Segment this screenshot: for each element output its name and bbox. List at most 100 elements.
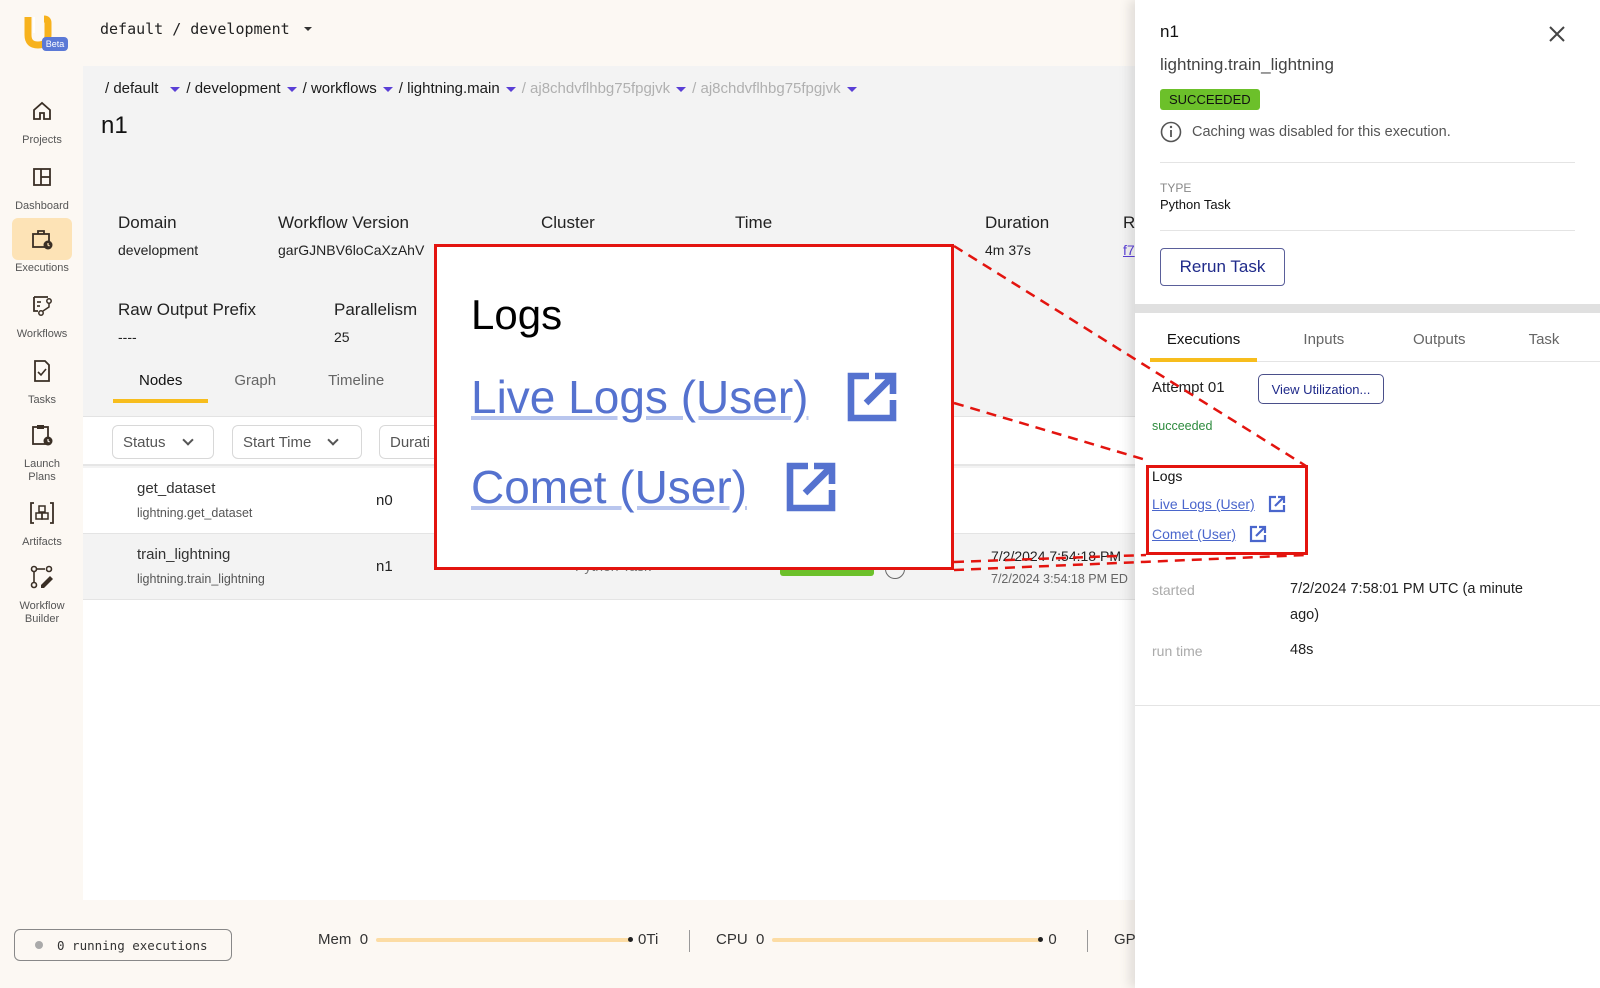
gpu-meter: GP: [1114, 931, 1136, 948]
breadcrumb-node-execution[interactable]: / aj8chdvflhbg75fpgjvk: [692, 80, 862, 97]
dashboard-icon: [33, 168, 51, 186]
sidebar-item-projects[interactable]: Projects: [10, 90, 74, 147]
running-executions-button[interactable]: 0 running executions: [14, 929, 232, 961]
domain-label: Domain: [118, 213, 177, 232]
caret-down-icon: [676, 87, 687, 92]
org-project-selector[interactable]: default / development: [100, 20, 312, 38]
sidebar-item-dashboard[interactable]: Dashboard: [10, 156, 74, 213]
parallelism-label: Parallelism: [334, 300, 418, 319]
raw-output-label: Raw Output Prefix: [118, 300, 256, 319]
page-title: n1: [101, 112, 128, 139]
footer-divider: [1087, 930, 1088, 952]
rerun-task-button[interactable]: Rerun Task: [1160, 248, 1285, 286]
divider: [1160, 230, 1575, 231]
runtime-value: 48s: [1290, 642, 1314, 658]
sidebar-item-artifacts[interactable]: Artifacts: [10, 492, 74, 549]
domain-value: development: [118, 242, 199, 258]
divider: [1135, 705, 1600, 706]
caret-down-icon: [505, 87, 516, 92]
caching-note: Caching was disabled for this execution.: [1160, 121, 1451, 143]
panel-title: n1: [1160, 22, 1179, 41]
view-utilization-button[interactable]: View Utilization...: [1258, 374, 1384, 404]
cluster-label: Cluster: [541, 213, 595, 232]
time-label: Time: [735, 213, 773, 232]
workflow-version-value: garGJNBV6loCaXzAhV: [278, 242, 425, 258]
divider: [1160, 162, 1575, 163]
started-value: 7/2/2024 7:58:01 PM UTC (a minute ago): [1290, 581, 1523, 623]
status-filter[interactable]: Status: [112, 425, 214, 459]
sidebar-item-workflows[interactable]: Workflows: [10, 284, 74, 341]
raw-output-value: ----: [118, 329, 137, 345]
tab-task[interactable]: Task: [1488, 323, 1600, 361]
external-link-icon: [848, 372, 897, 422]
tab-executions[interactable]: Executions: [1150, 323, 1258, 362]
table-empty-area: [83, 600, 1135, 900]
status-badge: SUCCEEDED: [1160, 89, 1260, 110]
info-icon: [1160, 121, 1182, 143]
sidebar: Projects Dashboard Executions Workflows …: [0, 66, 83, 906]
chevron-down-icon: [327, 434, 340, 446]
caret-down-icon: [846, 87, 857, 92]
breadcrumb-workflow-name[interactable]: / lightning.main: [399, 80, 522, 97]
callout-comet-link[interactable]: Comet (User): [471, 457, 841, 517]
started-label: started: [1152, 582, 1195, 598]
app-logo[interactable]: Beta: [22, 13, 70, 53]
external-link-icon: [786, 462, 836, 512]
tab-outputs[interactable]: Outputs: [1391, 323, 1488, 361]
type-value: Python Task: [1160, 197, 1231, 212]
execution-tabs: Nodes Graph Timeline: [113, 364, 410, 403]
breadcrumb-domain[interactable]: / development: [186, 80, 302, 97]
duration-label: Duration: [985, 213, 1050, 232]
logo-icon: Beta: [24, 15, 68, 51]
parallelism-value: 25: [334, 329, 350, 345]
status-dot-icon: [35, 941, 43, 949]
workflow-version-label: Workflow Version: [278, 213, 410, 232]
logs-highlight-box: [1146, 465, 1308, 555]
close-icon[interactable]: [1545, 22, 1569, 46]
cpu-meter: CPU 0 0: [716, 931, 1057, 948]
tab-inputs[interactable]: Inputs: [1257, 323, 1390, 361]
logs-zoom-callout: Logs Live Logs (User) Comet (User): [434, 244, 954, 570]
caret-down-icon: [303, 27, 312, 31]
tab-timeline[interactable]: Timeline: [302, 364, 410, 403]
tab-graph[interactable]: Graph: [208, 364, 302, 403]
workflows-icon: [33, 296, 52, 316]
workflow-builder-icon: [30, 565, 53, 589]
chevron-down-icon: [181, 434, 194, 446]
start-time-filter[interactable]: Start Time: [232, 425, 362, 459]
sidebar-item-launch-plans[interactable]: Launch Plans: [10, 414, 74, 484]
executions-icon: [32, 230, 53, 250]
launch-plans-icon: [32, 425, 53, 446]
sidebar-item-executions[interactable]: Executions: [10, 218, 74, 275]
home-icon: [33, 101, 51, 120]
section-divider: [1135, 304, 1600, 313]
footer-divider: [689, 930, 690, 952]
panel-subtitle: lightning.train_lightning: [1160, 55, 1334, 74]
footer-status-bar: 0 running executions Mem 0 0Ti CPU 0 0 G…: [0, 900, 1136, 988]
attempt-status: succeeded: [1152, 419, 1213, 433]
sidebar-item-tasks[interactable]: Tasks: [10, 350, 74, 407]
artifacts-icon: [30, 502, 54, 524]
caret-down-icon: [382, 87, 393, 92]
svg-text:Beta: Beta: [46, 39, 65, 49]
callout-logs-heading: Logs: [471, 291, 563, 338]
org-path: default / development: [100, 20, 290, 38]
panel-tabs: Executions Inputs Outputs Task: [1150, 323, 1600, 362]
cpu-usage-bar: [772, 936, 1044, 942]
mem-meter: Mem 0 0Ti: [318, 931, 659, 948]
caret-down-icon: [170, 87, 181, 92]
type-label: TYPE: [1160, 181, 1192, 195]
related-link[interactable]: f7: [1123, 242, 1135, 258]
tasks-icon: [34, 360, 50, 382]
caret-down-icon: [286, 87, 297, 92]
runtime-label: run time: [1152, 643, 1203, 659]
attempt-label: Attempt 01: [1152, 379, 1225, 396]
mem-usage-bar: [376, 936, 634, 942]
callout-live-logs-link[interactable]: Live Logs (User): [471, 367, 902, 427]
sidebar-item-workflow-builder[interactable]: Workflow Builder: [10, 556, 74, 626]
duration-value: 4m 37s: [985, 242, 1031, 258]
breadcrumb-project[interactable]: / default: [105, 80, 186, 97]
breadcrumb-execution[interactable]: / aj8chdvflhbg75fpgjvk: [522, 80, 692, 97]
breadcrumb-workflows[interactable]: / workflows: [303, 80, 399, 97]
tab-nodes[interactable]: Nodes: [113, 364, 209, 403]
